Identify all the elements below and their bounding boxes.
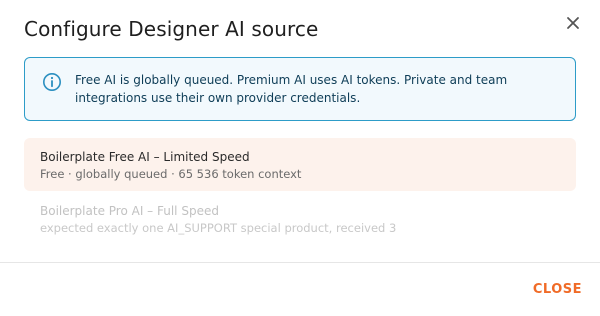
close-button[interactable]: CLOSE xyxy=(533,278,582,300)
option-free-ai[interactable]: Boilerplate Free AI – Limited Speed Free… xyxy=(24,138,576,191)
footer-divider xyxy=(0,262,600,263)
option-error-text: expected exactly one AI_SUPPORT special … xyxy=(40,221,397,235)
info-alert: Free AI is globally queued. Premium AI u… xyxy=(24,57,576,121)
option-title: Boilerplate Free AI – Limited Speed xyxy=(40,150,250,164)
configure-ai-source-dialog: Configure Designer AI source Free AI is … xyxy=(0,0,600,316)
option-subtitle: Free · globally queued · 65 536 token co… xyxy=(40,167,302,181)
info-icon xyxy=(42,72,62,92)
option-pro-ai: Boilerplate Pro AI – Full Speed expected… xyxy=(24,192,576,245)
dialog-title: Configure Designer AI source xyxy=(24,17,319,41)
option-title: Boilerplate Pro AI – Full Speed xyxy=(40,204,219,218)
close-icon[interactable] xyxy=(561,11,585,35)
info-text: Free AI is globally queued. Premium AI u… xyxy=(75,73,508,105)
